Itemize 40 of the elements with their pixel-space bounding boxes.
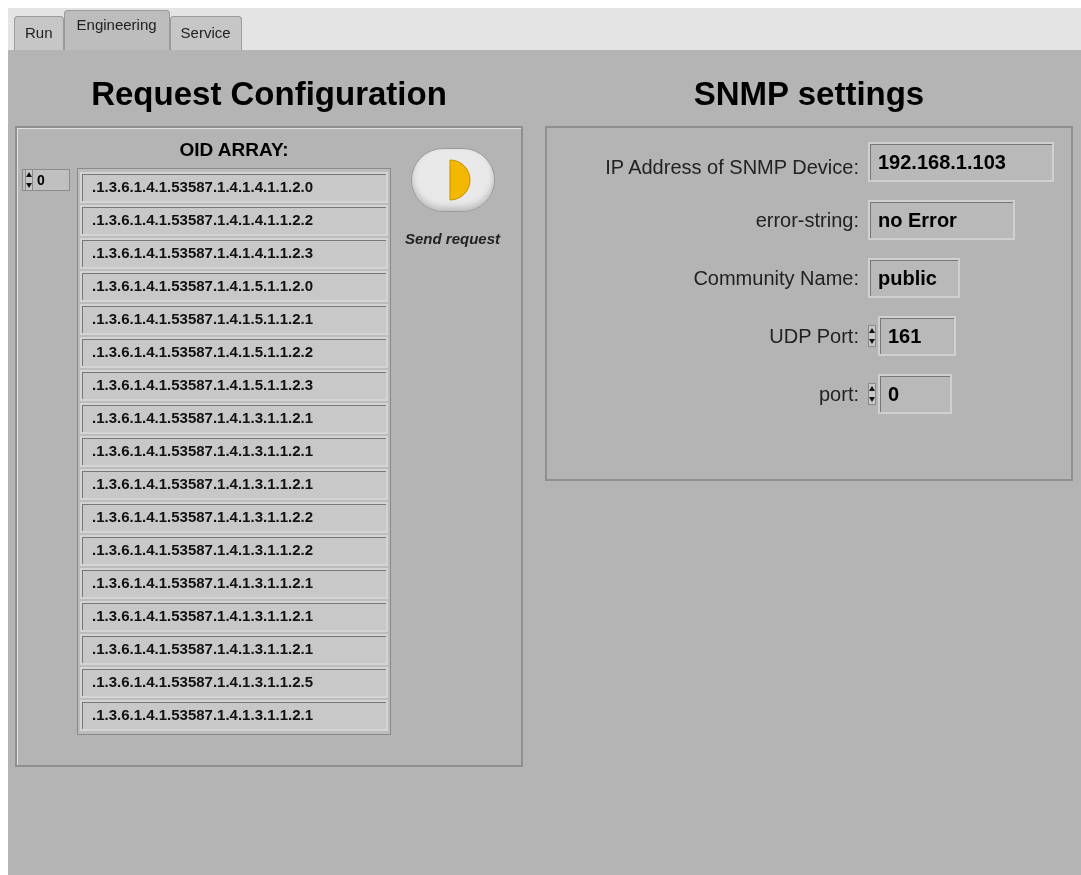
tab[interactable]: Engineering (63, 10, 170, 50)
number-field[interactable]: 161 (878, 316, 956, 356)
index-control[interactable]: 0 (22, 169, 70, 191)
oid-field[interactable]: .1.3.6.1.4.1.53587.1.4.1.3.1.1.2.1 (80, 469, 388, 500)
oid-field[interactable]: .1.3.6.1.4.1.53587.1.4.1.3.1.1.2.5 (80, 667, 388, 698)
button-caption: Send request (405, 229, 501, 249)
oid-field[interactable]: .1.3.6.1.4.1.53587.1.4.1.3.1.1.2.1 (80, 568, 388, 599)
oid-field[interactable]: .1.3.6.1.4.1.53587.1.4.1.3.1.1.2.2 (80, 535, 388, 566)
section-title: Request Configuration (91, 74, 447, 114)
oid-field[interactable]: .1.3.6.1.4.1.53587.1.4.1.3.1.1.2.2 (80, 502, 388, 533)
field-label: port: (817, 382, 859, 407)
section-title: SNMP settings (693, 74, 925, 114)
spinner-arrows-icon[interactable] (868, 325, 876, 347)
tab[interactable]: Service (169, 16, 242, 50)
field-label: error-string: (754, 208, 859, 233)
oid-field[interactable]: .1.3.6.1.4.1.53587.1.4.1.4.1.1.2.3 (80, 238, 388, 269)
field-label: Community Name: (692, 266, 859, 291)
array-label: OID ARRAY: (179, 138, 289, 162)
led-icon (448, 159, 471, 201)
oid-field[interactable]: .1.3.6.1.4.1.53587.1.4.1.3.1.1.2.1 (80, 403, 388, 434)
number-field[interactable]: 0 (878, 374, 952, 414)
index-value: 0 (37, 170, 45, 190)
field-label: IP Address of SNMP Device: (604, 155, 859, 180)
field-label: UDP Port: (768, 324, 859, 349)
oid-field[interactable]: .1.3.6.1.4.1.53587.1.4.1.5.1.1.2.2 (80, 337, 388, 368)
oid-field[interactable]: .1.3.6.1.4.1.53587.1.4.1.3.1.1.2.1 (80, 634, 388, 665)
text-field[interactable]: public (868, 258, 960, 298)
oid-field[interactable]: .1.3.6.1.4.1.53587.1.4.1.5.1.1.2.0 (80, 271, 388, 302)
text-field[interactable]: no Error (868, 200, 1015, 240)
oid-field[interactable]: .1.3.6.1.4.1.53587.1.4.1.4.1.1.2.0 (80, 172, 388, 203)
oid-field[interactable]: .1.3.6.1.4.1.53587.1.4.1.3.1.1.2.1 (80, 436, 388, 467)
oid-field[interactable]: .1.3.6.1.4.1.53587.1.4.1.5.1.1.2.3 (80, 370, 388, 401)
oid-field[interactable]: .1.3.6.1.4.1.53587.1.4.1.3.1.1.2.1 (80, 601, 388, 632)
oid-field[interactable]: .1.3.6.1.4.1.53587.1.4.1.3.1.1.2.1 (80, 700, 388, 731)
oid-field[interactable]: .1.3.6.1.4.1.53587.1.4.1.4.1.1.2.2 (80, 205, 388, 236)
tab[interactable]: Run (14, 16, 64, 50)
spinner-arrows-icon[interactable] (868, 383, 876, 405)
oid-field[interactable]: .1.3.6.1.4.1.53587.1.4.1.5.1.1.2.1 (80, 304, 388, 335)
spinner-arrows-icon[interactable] (25, 169, 33, 191)
text-field[interactable]: 192.168.1.103 (868, 142, 1054, 182)
